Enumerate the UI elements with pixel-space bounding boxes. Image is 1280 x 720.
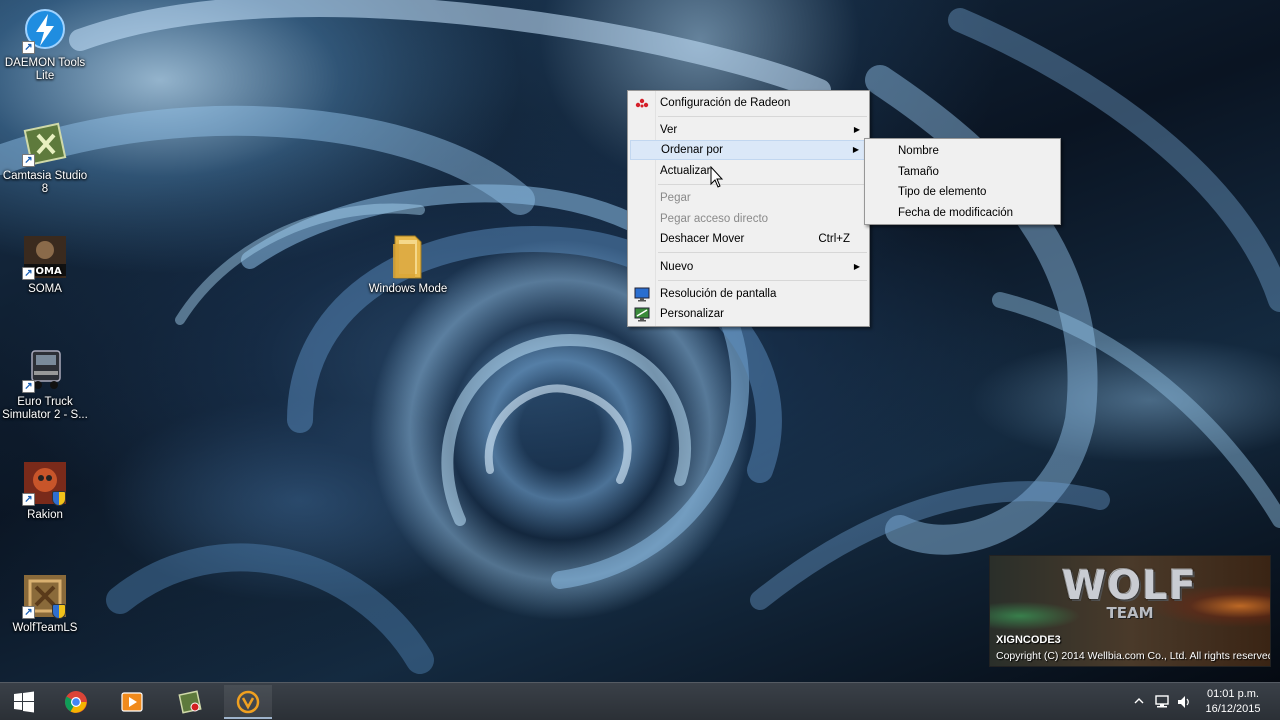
submenu-item-type[interactable]: Tipo de elemento — [867, 182, 1058, 202]
submenu-item-label: Fecha de modificación — [898, 207, 1014, 219]
soma-icon: SOMA ↗ — [22, 234, 68, 280]
desktop-icon-label: SOMA — [28, 283, 62, 295]
desktop-icon-camtasia[interactable]: ↗ Camtasia Studio 8 — [0, 121, 90, 196]
menu-item-sort-by[interactable]: Ordenar por ▶ — [630, 140, 867, 160]
menu-item-undo-move[interactable]: Deshacer Mover Ctrl+Z — [630, 229, 867, 249]
network-icon[interactable] — [1154, 694, 1170, 710]
submenu-item-name[interactable]: Nombre — [867, 141, 1058, 161]
submenu-arrow-icon: ▶ — [853, 262, 860, 271]
menu-item-label: Resolución de pantalla — [660, 288, 777, 300]
menu-item-screen-resolution[interactable]: Resolución de pantalla — [630, 284, 867, 304]
clock-time: 01:01 p.m. — [1207, 688, 1259, 700]
clock-date: 16/12/2015 — [1205, 703, 1261, 715]
splash-title: XIGNCODE3 — [996, 634, 1061, 646]
desktop-icon-label: WolfTeamLS — [12, 622, 78, 634]
personalize-icon — [634, 306, 650, 322]
desktop-icon-rakion[interactable]: ↗ Rakion — [0, 460, 90, 522]
taskbar-media-player[interactable] — [108, 685, 156, 719]
wolfteam-icon: ↗ — [22, 573, 68, 619]
sort-by-submenu: Nombre Tamaño Tipo de elemento Fecha de … — [864, 138, 1061, 225]
desktop-icon-soma[interactable]: SOMA ↗ SOMA — [0, 234, 90, 296]
menu-item-label: Actualizar — [660, 165, 711, 177]
wolfteam-logo-sub: TEAM — [1106, 604, 1154, 622]
menu-item-paste[interactable]: Pegar — [630, 188, 867, 208]
rakion-icon: ↗ — [22, 460, 68, 506]
wolfteam-launcher-icon — [236, 690, 260, 714]
desktop-context-menu: Configuración de Radeon Ver ▶ Ordenar po… — [627, 90, 870, 327]
desktop-icon-label: Rakion — [27, 509, 63, 521]
menu-item-label: Configuración de Radeon — [660, 97, 791, 109]
submenu-item-size[interactable]: Tamaño — [867, 162, 1058, 182]
menu-item-new[interactable]: Nuevo ▶ — [630, 257, 867, 277]
menu-item-label: Ordenar por — [661, 144, 724, 156]
desktop-icon-windows-mode[interactable]: Windows Mode — [363, 234, 453, 296]
desktop-icon-daemon-tools[interactable]: ↗ DAEMON Tools Lite — [0, 8, 90, 83]
submenu-item-label: Tipo de elemento — [898, 186, 987, 198]
desktop-icon-label: DAEMON Tools Lite — [4, 57, 86, 82]
desktop-icon-label: Camtasia Studio 8 — [2, 170, 88, 195]
taskbar-camtasia-recorder[interactable] — [166, 685, 214, 719]
desktop-icon-wolfteam[interactable]: ↗ WolfTeamLS — [0, 573, 90, 635]
media-player-icon — [121, 692, 143, 712]
show-hidden-icons-icon[interactable] — [1134, 697, 1144, 705]
splash-copyright: Copyright (C) 2014 Wellbia.com Co., Ltd.… — [996, 650, 1271, 662]
camtasia-icon: ↗ — [22, 121, 68, 167]
submenu-item-label: Nombre — [898, 145, 939, 157]
radeon-icon — [634, 95, 650, 111]
system-tray — [1130, 683, 1194, 720]
chrome-icon — [65, 691, 87, 713]
volume-icon[interactable] — [1176, 694, 1192, 710]
menu-item-radeon-settings[interactable]: Configuración de Radeon — [630, 93, 867, 113]
daemon-tools-icon: ↗ — [22, 8, 68, 54]
menu-separator — [658, 280, 867, 281]
menu-item-personalize[interactable]: Personalizar — [630, 304, 867, 324]
mouse-cursor-icon — [710, 166, 724, 188]
taskbar-wolfteam-launcher[interactable] — [224, 685, 272, 719]
menu-separator — [658, 252, 867, 253]
menu-item-shortcut: Ctrl+Z — [818, 233, 850, 245]
menu-item-label: Ver — [660, 124, 678, 136]
submenu-arrow-icon: ▶ — [853, 125, 860, 134]
menu-item-refresh[interactable]: Actualizar — [630, 161, 867, 181]
menu-item-label: Pegar — [660, 192, 691, 204]
wolfteam-xigncode-splash: WOLF TEAM XIGNCODE3 Copyright (C) 2014 W… — [989, 555, 1271, 667]
desktop-icon-label: Euro Truck Simulator 2 - S... — [2, 396, 88, 421]
submenu-item-date-modified[interactable]: Fecha de modificación — [867, 203, 1058, 223]
taskbar-chrome[interactable] — [52, 685, 100, 719]
menu-item-label: Personalizar — [660, 308, 724, 320]
menu-item-label: Pegar acceso directo — [660, 213, 769, 225]
submenu-arrow-icon: ▶ — [852, 145, 859, 154]
menu-item-label: Nuevo — [660, 261, 694, 273]
camtasia-recorder-icon — [178, 690, 202, 714]
menu-separator — [658, 116, 867, 117]
taskbar: 01:01 p.m. 16/12/2015 — [0, 682, 1280, 720]
folder-icon — [385, 234, 431, 280]
menu-item-view[interactable]: Ver ▶ — [630, 120, 867, 140]
display-icon — [634, 286, 650, 302]
menu-item-paste-shortcut[interactable]: Pegar acceso directo — [630, 209, 867, 229]
windows-start-icon — [14, 691, 34, 713]
start-button[interactable] — [0, 685, 48, 719]
menu-item-label: Deshacer Mover — [660, 233, 745, 245]
desktop-icon-euro-truck[interactable]: ↗ Euro Truck Simulator 2 - S... — [0, 347, 90, 422]
desktop-icon-label: Windows Mode — [368, 283, 448, 295]
submenu-item-label: Tamaño — [898, 166, 939, 178]
euro-truck-icon: ↗ — [22, 347, 68, 393]
menu-separator — [658, 184, 867, 185]
taskbar-clock[interactable]: 01:01 p.m. 16/12/2015 — [1196, 687, 1270, 717]
